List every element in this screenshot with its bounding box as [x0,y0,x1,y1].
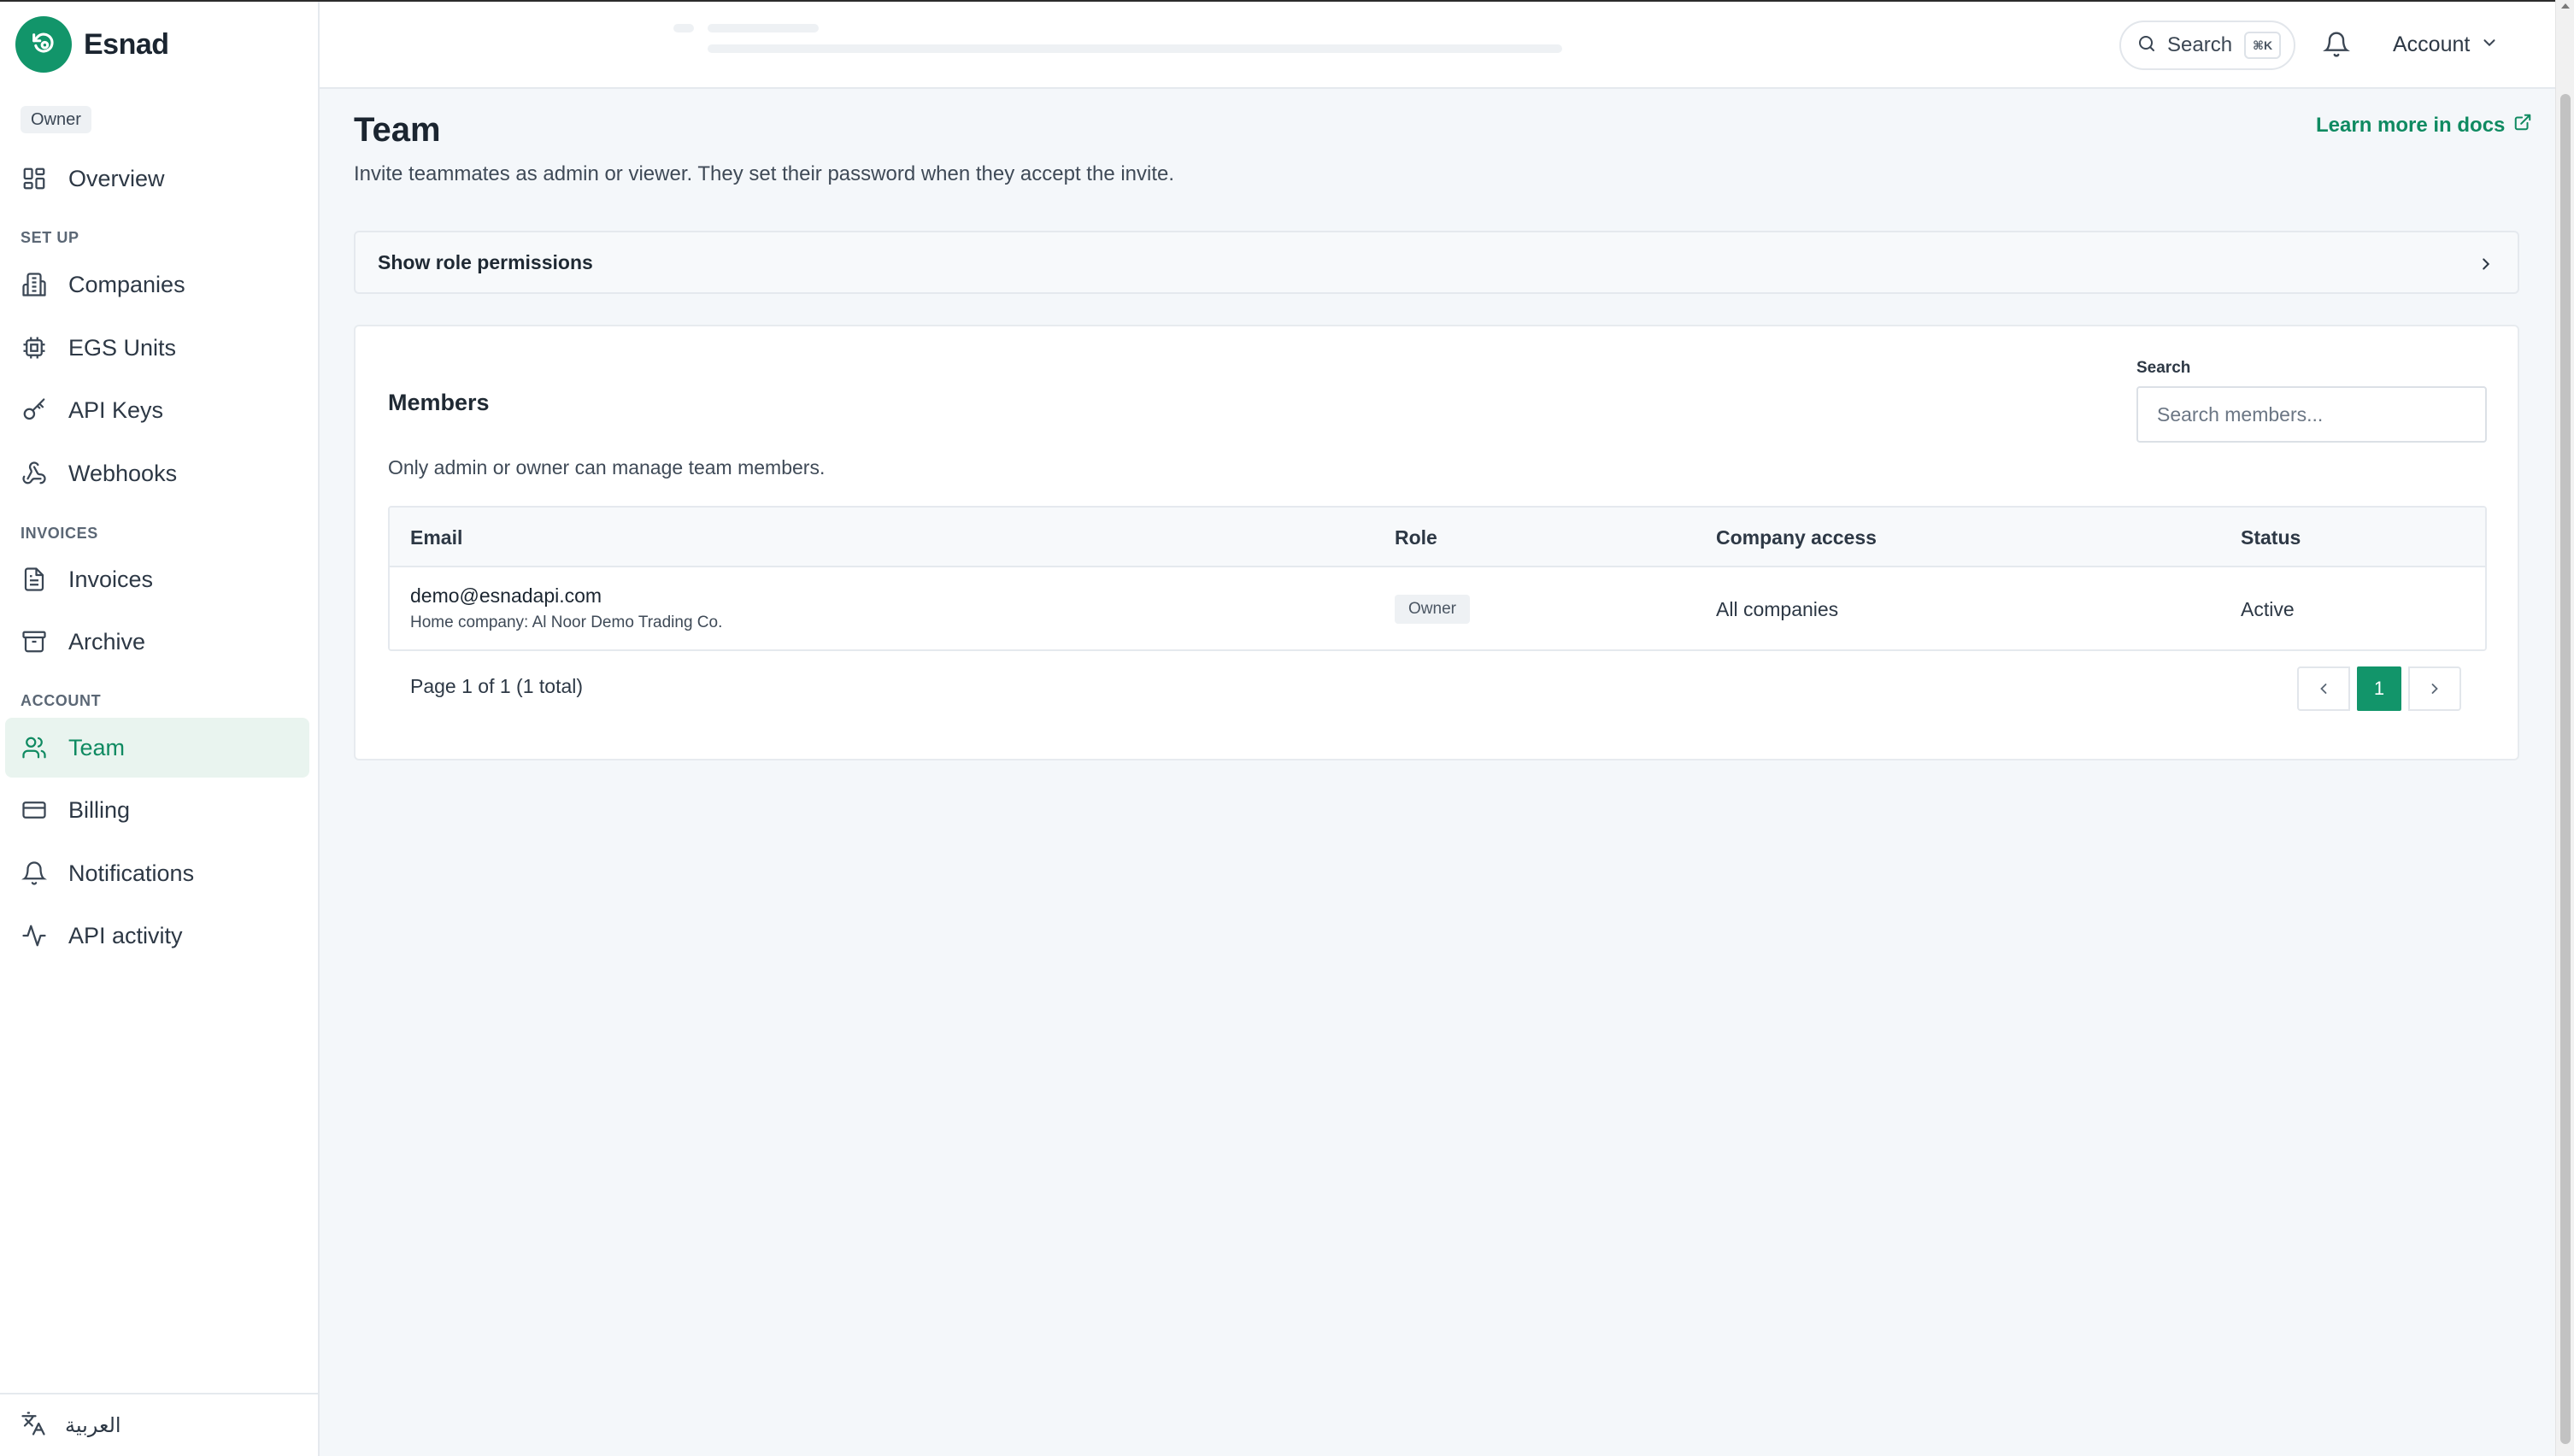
sidebar-item-label: API Keys [68,396,164,423]
column-header-role[interactable]: Role [1395,526,1437,549]
column-header-email[interactable]: Email [410,526,462,549]
nav-section-account: ACCOUNT [21,692,102,709]
refresh-logo-icon [15,16,72,73]
chevron-down-icon [2480,33,2499,56]
sidebar-item-billing[interactable]: Billing [5,780,309,840]
users-icon [21,734,48,761]
sidebar-item-invoices[interactable]: Invoices [5,549,309,609]
pagination-summary: Page 1 of 1 (1 total) [410,675,584,697]
sidebar-item-label: Archive [68,628,146,655]
sidebar-item-notifications[interactable]: Notifications [5,843,309,903]
webhook-icon [21,460,48,487]
nav-section-setup: SET UP [21,229,79,246]
sidebar-item-label: EGS Units [68,334,177,361]
member-company-access: All companies [1716,598,1839,620]
bell-icon [21,860,48,887]
chip-icon [21,334,48,361]
members-title: Members [388,390,490,415]
sidebar-item-label: Billing [68,796,131,823]
credit-card-icon [21,796,48,824]
activity-icon [21,922,48,949]
next-page-button[interactable] [2408,666,2461,711]
learn-more-docs-link[interactable]: Learn more in docs [2316,113,2532,138]
chevron-right-icon [2477,255,2495,278]
member-status: Active [2241,598,2295,620]
previous-page-button[interactable] [2297,666,2350,711]
brand[interactable]: Esnad [15,16,169,73]
sidebar-item-api-activity[interactable]: API activity [5,906,309,966]
notifications-bell-icon[interactable] [2323,31,2350,60]
window-top-border [0,0,2555,2]
role-badge: Owner [1395,595,1470,624]
sidebar-item-api-keys[interactable]: API Keys [5,380,309,440]
member-email: demo@esnadapi.com [410,584,602,607]
page-button-current[interactable]: 1 [2357,666,2401,711]
search-button-label: Search [2167,33,2233,56]
members-note: Only admin or owner can manage team memb… [388,456,826,478]
permissions-toggle-label: Show role permissions [378,250,593,273]
translate-icon [21,1411,46,1441]
role-badge: Owner [21,106,91,133]
building-icon [21,271,48,298]
page-title: Team [354,111,441,149]
chevron-left-icon [2320,684,2327,694]
show-role-permissions-toggle[interactable]: Show role permissions [354,231,2519,294]
column-header-status[interactable]: Status [2241,526,2301,549]
sidebar-item-egs-units[interactable]: EGS Units [5,318,309,378]
sidebar-item-label: Companies [68,271,185,297]
member-home-company: Home company: Al Noor Demo Trading Co. [410,614,723,631]
members-search-label: Search [2136,359,2191,377]
sidebar-item-label: Notifications [68,860,195,886]
nav-section-invoices: INVOICES [21,525,98,542]
column-header-company-access[interactable]: Company access [1716,526,1877,549]
members-card: Members Only admin or owner can manage t… [354,325,2519,760]
top-bar: Search ⌘K Account [320,0,2555,89]
grid-icon [21,165,48,192]
global-search-button[interactable]: Search ⌘K [2119,21,2295,70]
language-label: العربية [65,1413,121,1437]
page-scrollbar[interactable] [2555,0,2574,1456]
sidebar-item-label: Invoices [68,566,154,592]
language-switcher[interactable]: العربية [0,1393,318,1456]
sidebar-item-companies[interactable]: Companies [5,255,309,314]
sidebar-item-label: API activity [68,922,183,948]
page-subtitle: Invite teammates as admin or viewer. The… [354,162,1175,185]
external-link-icon [2513,113,2532,138]
sidebar-item-archive[interactable]: Archive [5,612,309,672]
chevron-right-icon [2431,684,2438,694]
scroll-up-arrow-icon[interactable] [2561,3,2570,9]
table-row[interactable]: demo@esnadapi.com Home company: Al Noor … [390,567,2485,649]
sidebar-item-label: Overview [68,165,165,191]
sidebar-item-label: Team [68,734,126,760]
brand-name: Esnad [84,27,169,61]
members-search-input[interactable] [2136,386,2487,443]
docs-link-label: Learn more in docs [2316,113,2506,137]
search-icon [2136,33,2157,58]
faded-breadcrumb [673,19,1571,56]
keyboard-shortcut: ⌘K [2244,32,2282,59]
members-table: Email Role Company access Status demo@es… [388,506,2487,651]
sidebar-item-overview[interactable]: Overview [5,149,309,208]
file-text-icon [21,566,48,593]
key-icon [21,396,48,424]
sidebar-item-team[interactable]: Team [5,718,309,778]
sidebar-item-webhooks[interactable]: Webhooks [5,443,309,503]
sidebar-item-label: Webhooks [68,460,178,486]
scrollbar-thumb[interactable] [2560,94,2571,1444]
pagination: 1 [2297,666,2461,711]
sidebar: Esnad Owner Overview SET UP Companies EG… [0,0,320,1456]
account-menu-button[interactable]: Account [2393,24,2499,65]
table-header: Email Role Company access Status [390,508,2485,567]
archive-box-icon [21,628,48,655]
account-label: Account [2393,32,2471,56]
